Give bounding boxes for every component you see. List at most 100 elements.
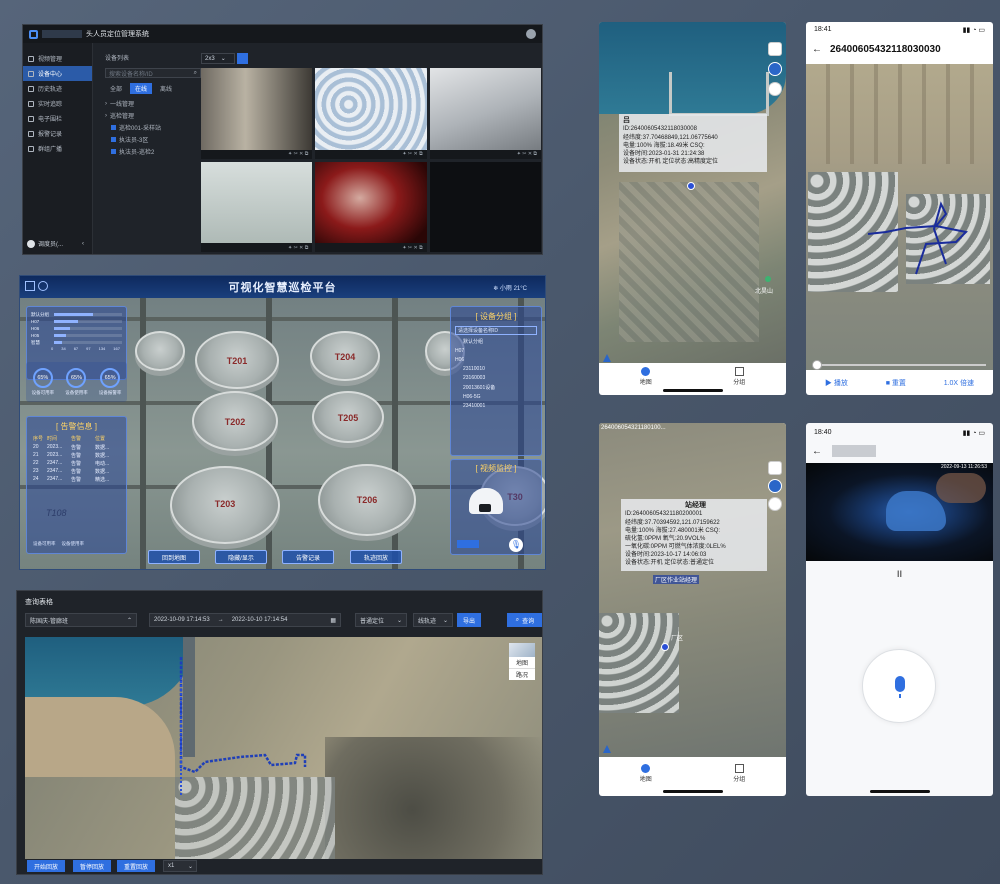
- storage-tank[interactable]: T206: [318, 464, 416, 536]
- reset-playback-button[interactable]: 重置回放: [117, 860, 155, 872]
- bottom-button-3[interactable]: 轨迹回放: [350, 550, 402, 564]
- video-cell[interactable]: ✦ ✂ ✕ ⧉: [315, 68, 427, 159]
- sidebar-item-3[interactable]: 实时追踪: [23, 96, 92, 111]
- list-item[interactable]: H06-5G: [455, 394, 537, 400]
- video-control-icons[interactable]: ✦ ✂ ✕ ⧉: [402, 151, 422, 157]
- track-button[interactable]: [768, 82, 782, 96]
- list-item[interactable]: H07: [455, 348, 537, 354]
- tab-group[interactable]: 分组: [733, 366, 745, 386]
- video-cell[interactable]: ✦ ✂ ✕ ⧉: [201, 161, 313, 252]
- date-range-picker[interactable]: 2022-10-09 17:14:53 → 2022-10-10 17:14:5…: [149, 613, 341, 627]
- toggle-map[interactable]: 地图: [509, 657, 535, 668]
- start-playback-button[interactable]: 开始回放: [27, 860, 65, 872]
- filter-tab-2[interactable]: 离线: [155, 83, 177, 94]
- line-select[interactable]: 线轨迹 ⌄: [413, 613, 453, 627]
- user-avatar-icon[interactable]: [526, 29, 536, 39]
- video-control-icons[interactable]: ✦ ✂ ✕ ⧉: [517, 151, 537, 157]
- storage-tank[interactable]: T203: [170, 466, 280, 544]
- sidebar-item-0[interactable]: 视频管理: [23, 51, 92, 66]
- table-row[interactable]: 23 2347... 告警 数据...: [33, 468, 120, 475]
- device-search-input[interactable]: 搜索设备名称/ID ⌕: [105, 68, 201, 78]
- pause-playback-button[interactable]: 暂停回放: [73, 860, 111, 872]
- video-controls[interactable]: ✦ ✂ ✕ ⧉: [201, 149, 313, 159]
- tab-map[interactable]: 地图: [640, 763, 652, 783]
- storage-tank[interactable]: T202: [192, 391, 278, 451]
- person-select[interactable]: 陈国庆-管廊班 ⌃: [25, 613, 137, 627]
- tree-item[interactable]: 执法员-巡检2: [105, 147, 205, 156]
- phone3-map[interactable]: 264006054321180100... 站经理 ID:264006054321…: [599, 423, 786, 757]
- layers-button[interactable]: [768, 42, 782, 56]
- tree-item[interactable]: › 巡检管理: [105, 111, 205, 121]
- satellite-map[interactable]: 地图 路况: [25, 637, 542, 859]
- locate-button[interactable]: [768, 62, 782, 76]
- back-icon[interactable]: ←: [812, 446, 822, 457]
- person-marker-icon[interactable]: [687, 182, 695, 190]
- talk-button[interactable]: [862, 649, 936, 723]
- list-item[interactable]: 23410001: [455, 403, 537, 409]
- bottom-button-0[interactable]: 回到地图: [148, 550, 200, 564]
- sidebar-item-4[interactable]: 电子围栏: [23, 111, 92, 126]
- list-item[interactable]: 默认分组: [455, 338, 537, 345]
- list-item[interactable]: 23160003: [455, 375, 537, 381]
- track-button[interactable]: [768, 497, 782, 511]
- video-cell[interactable]: ✦ ✂ ✕ ⧉: [429, 68, 541, 159]
- mic-button[interactable]: 🎙: [509, 538, 523, 552]
- storage-tank[interactable]: T201: [195, 331, 279, 389]
- table-row[interactable]: 22 2347... 告警 电动...: [33, 460, 120, 467]
- mode-select[interactable]: 普通定位 ⌄: [355, 613, 407, 627]
- video-control-icons[interactable]: ✦ ✂ ✕ ⧉: [402, 245, 422, 251]
- play-button[interactable]: ▶ 播放: [825, 378, 848, 388]
- checkbox-icon[interactable]: [111, 125, 116, 130]
- list-item[interactable]: 23110010: [455, 366, 537, 372]
- checkbox-icon[interactable]: [111, 137, 116, 142]
- storage-tank[interactable]: T205: [312, 391, 384, 443]
- tree-item[interactable]: › 一线管理: [105, 99, 205, 109]
- user-chip[interactable]: 调度员(... ‹: [27, 239, 84, 248]
- video-controls[interactable]: ✦ ✂ ✕ ⧉: [315, 149, 427, 159]
- sidebar-item-2[interactable]: 历史轨迹: [23, 81, 92, 96]
- tree-item[interactable]: 执法员-3区: [105, 135, 205, 144]
- storage-tank[interactable]: T204: [310, 331, 380, 381]
- list-item[interactable]: 20013601设备: [455, 384, 537, 391]
- list-item[interactable]: H06: [455, 357, 537, 363]
- expand-icon[interactable]: [25, 281, 35, 291]
- video-control-icons[interactable]: ✦ ✂ ✕ ⧉: [288, 151, 308, 157]
- pause-button[interactable]: II: [806, 569, 993, 579]
- person-marker-icon[interactable]: [661, 643, 669, 651]
- video-controls[interactable]: ✦ ✂ ✕ ⧉: [201, 243, 313, 252]
- filter-tab-1[interactable]: 在线: [130, 83, 153, 94]
- export-button[interactable]: 导出: [457, 613, 481, 627]
- collapse-icon[interactable]: ‹: [82, 241, 84, 247]
- reset-button[interactable]: ■ 重置: [886, 378, 906, 388]
- video-cell[interactable]: ✦ ✂ ✕ ⧉: [315, 161, 427, 252]
- settings-icon[interactable]: [38, 281, 48, 291]
- toggle-traffic[interactable]: 路况: [509, 668, 535, 680]
- tab-map[interactable]: 地图: [640, 366, 652, 386]
- filter-tab-0[interactable]: 全部: [105, 83, 127, 94]
- tab-group[interactable]: 分组: [733, 763, 745, 783]
- video-controls[interactable]: ✦ ✂ ✕ ⧉: [429, 149, 541, 159]
- video-controls[interactable]: ✦ ✂ ✕ ⧉: [315, 243, 427, 252]
- bottom-button-1[interactable]: 隐藏/显示: [215, 550, 267, 564]
- group-search-input[interactable]: 请选择设备名称ID: [455, 326, 537, 335]
- video-cell[interactable]: ✦ ✂ ✕ ⧉: [201, 68, 313, 159]
- tree-item[interactable]: 巡检001-采样站: [105, 123, 205, 132]
- live-video[interactable]: 2022-09-13 11:26:53: [806, 463, 993, 561]
- map-type-toggle[interactable]: 地图 路况: [509, 643, 535, 680]
- play-button[interactable]: [457, 540, 479, 548]
- fullscreen-button[interactable]: [237, 53, 248, 64]
- sidebar-item-5[interactable]: 报警记录: [23, 126, 92, 141]
- bottom-button-2[interactable]: 告警记录: [282, 550, 334, 564]
- video-control-icons[interactable]: ✦ ✂ ✕ ⧉: [288, 245, 308, 251]
- query-button[interactable]: ⌕ 查询: [507, 613, 542, 627]
- sidebar-item-6[interactable]: 群组广播: [23, 141, 92, 156]
- table-row[interactable]: 20 2023... 告警 数据...: [33, 444, 120, 451]
- phone2-map[interactable]: [806, 64, 993, 370]
- chevron-right-icon[interactable]: ›: [105, 113, 107, 119]
- video-cell[interactable]: [429, 161, 541, 252]
- speed-select[interactable]: x1 ⌄: [163, 860, 197, 872]
- speed-button[interactable]: 1.0X 倍速: [944, 378, 974, 388]
- checkbox-icon[interactable]: [111, 149, 116, 154]
- table-row[interactable]: 21 2023... 告警 数据...: [33, 452, 120, 459]
- sidebar-item-1[interactable]: 设备中心: [23, 66, 92, 81]
